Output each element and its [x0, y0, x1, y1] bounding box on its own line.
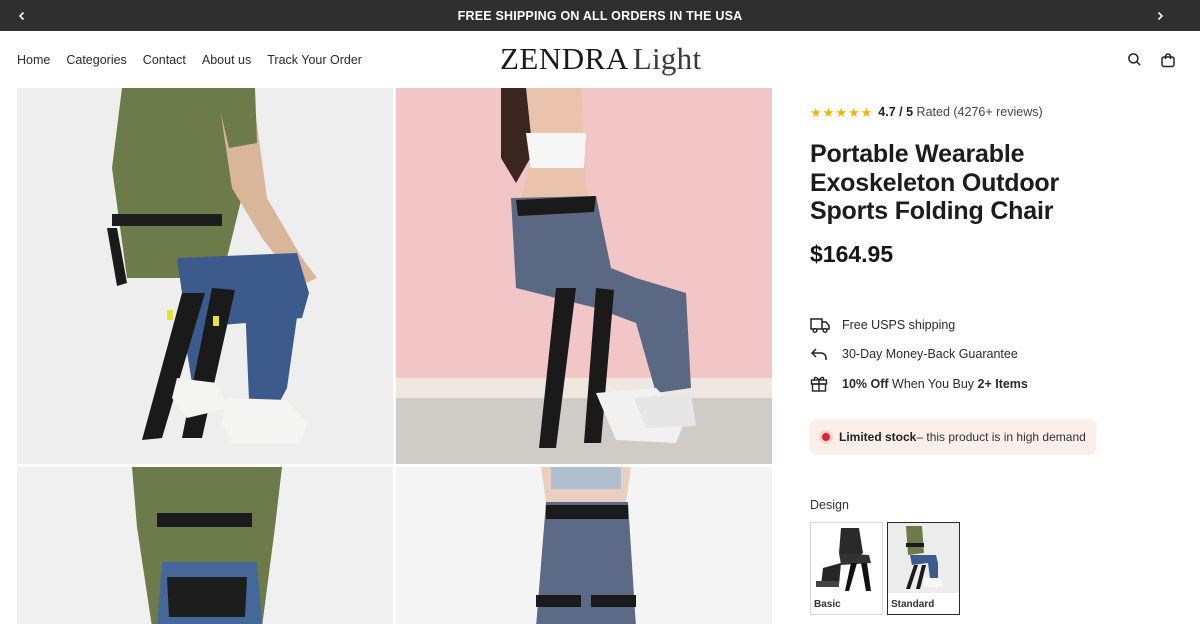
gallery-image-3[interactable] — [17, 467, 393, 624]
perk-discount-text: 10% Off When You Buy 2+ Items — [842, 376, 1028, 391]
nav-track-order[interactable]: Track Your Order — [267, 53, 362, 67]
logo-wordmark: ZENDRA — [500, 41, 629, 76]
star-icon: ★ — [835, 104, 847, 120]
perk-shipping-text: Free USPS shipping — [842, 317, 956, 332]
rating-value: 4.7 — [878, 105, 896, 119]
perk-guarantee-text: 30-Day Money-Back Guarantee — [842, 347, 1018, 362]
nav-home[interactable]: Home — [17, 53, 50, 67]
design-label: Design — [810, 498, 849, 512]
design-option-standard[interactable]: Standard — [887, 522, 960, 615]
site-header: Home Categories Contact About us Track Y… — [0, 31, 1200, 88]
product-title: Portable Wearable Exoskeleton Outdoor Sp… — [810, 140, 1060, 225]
nav-categories[interactable]: Categories — [66, 53, 126, 67]
nav-contact[interactable]: Contact — [143, 53, 186, 67]
stock-notice: Limited stock – this product is in high … — [810, 419, 1096, 455]
bag-icon[interactable] — [1160, 52, 1176, 68]
perks-list: Free USPS shipping 30-Day Money-Back Gua… — [810, 310, 1028, 399]
product-price: $164.95 — [810, 241, 894, 267]
chevron-right-icon[interactable] — [1145, 0, 1175, 31]
logo-suffix: Light — [632, 41, 702, 76]
chevron-left-icon[interactable] — [7, 0, 37, 31]
stock-text: – this product is in high demand — [916, 430, 1086, 444]
star-icon: ★ — [810, 104, 822, 120]
star-icon: ★ — [847, 104, 860, 120]
star-icon: ★ — [860, 104, 873, 120]
perk-shipping: Free USPS shipping — [810, 310, 1028, 340]
gallery-image-1[interactable] — [17, 88, 393, 464]
rating-summary[interactable]: ★ ★ ★ ★ ★ 4.7 / 5 Rated (4276+ reviews) — [810, 105, 1043, 119]
truck-icon — [810, 317, 842, 333]
rating-text: Rated (4276+ reviews) — [916, 105, 1043, 119]
gift-icon — [810, 375, 842, 392]
gallery-image-4[interactable] — [396, 467, 772, 624]
header-actions — [1127, 31, 1176, 88]
perk-guarantee: 30-Day Money-Back Guarantee — [810, 340, 1028, 370]
design-options: Basic Standard — [810, 522, 960, 615]
announcement-bar: FREE SHIPPING ON ALL ORDERS IN THE USA — [0, 0, 1200, 31]
main-nav: Home Categories Contact About us Track Y… — [17, 31, 362, 88]
standard-thumbnail — [888, 523, 959, 593]
design-option-basic[interactable]: Basic — [810, 522, 883, 615]
announcement-text: FREE SHIPPING ON ALL ORDERS IN THE USA — [457, 8, 743, 23]
rating-scale: / 5 — [899, 105, 914, 119]
stock-label: Limited stock — [839, 430, 917, 444]
site-logo[interactable]: ZENDRA Light — [500, 41, 701, 79]
nav-about-us[interactable]: About us — [202, 53, 251, 67]
design-option-label: Standard — [891, 599, 935, 610]
star-icon: ★ — [822, 104, 835, 120]
search-icon[interactable] — [1127, 52, 1142, 67]
perk-discount: 10% Off When You Buy 2+ Items — [810, 369, 1028, 399]
return-arrow-icon — [810, 347, 842, 361]
rating-stars: ★ ★ ★ ★ ★ — [810, 106, 872, 119]
gallery-image-2[interactable] — [396, 88, 772, 464]
design-option-label: Basic — [814, 599, 841, 610]
basic-thumbnail — [811, 523, 882, 593]
stock-dot — [822, 433, 830, 441]
